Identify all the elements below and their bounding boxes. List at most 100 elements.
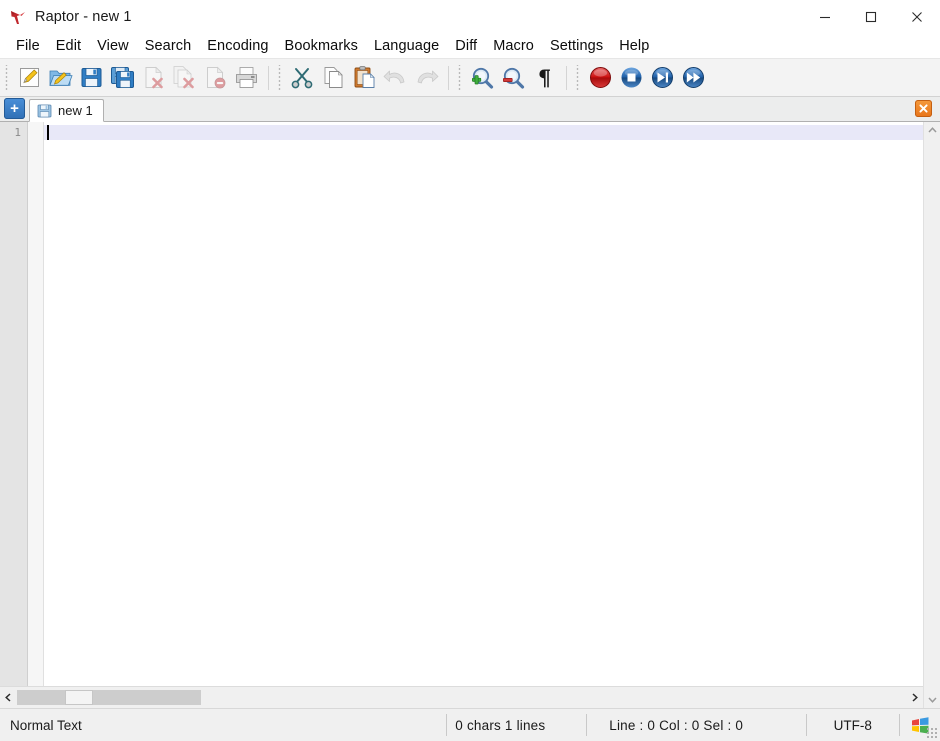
chevron-down-icon[interactable]	[924, 691, 940, 708]
open-file-button[interactable]	[45, 62, 76, 93]
save-button[interactable]	[76, 62, 107, 93]
copy-pages-icon	[321, 65, 346, 90]
zoom-out-button[interactable]	[498, 62, 529, 93]
open-folder-icon	[48, 65, 73, 90]
record-red-circle-icon	[588, 65, 613, 90]
status-document-type: Normal Text	[10, 717, 82, 733]
zoom-in-button[interactable]	[467, 62, 498, 93]
toolbar-drag-handle[interactable]	[3, 64, 11, 91]
line-number-gutter: 1	[0, 122, 28, 686]
chevron-right-icon[interactable]	[906, 689, 923, 706]
menu-item-bookmarks[interactable]: Bookmarks	[277, 36, 366, 56]
tab-bar: + new 1	[0, 97, 940, 122]
menu-item-language[interactable]: Language	[366, 36, 447, 56]
status-encoding: UTF-8	[833, 717, 872, 733]
plus-icon: +	[10, 100, 19, 117]
toolbar: ¶	[0, 58, 940, 97]
close-all-documents-icon	[172, 65, 197, 90]
print-button[interactable]	[231, 62, 262, 93]
toolbar-separator	[566, 65, 567, 90]
menu-item-edit[interactable]: Edit	[48, 36, 89, 56]
new-tab-button[interactable]: +	[4, 98, 25, 119]
scissors-icon	[290, 65, 315, 90]
h-scroll-fill-left	[17, 689, 65, 705]
horizontal-scrollbar[interactable]	[0, 686, 923, 708]
copy-button[interactable]	[318, 62, 349, 93]
macro-play-button[interactable]	[647, 62, 678, 93]
text-editor-canvas[interactable]	[44, 122, 923, 686]
redo-button[interactable]	[411, 62, 442, 93]
raptor-logo-icon	[8, 7, 28, 27]
title-bar-left: Raptor - new 1	[0, 7, 132, 27]
delete-file-button[interactable]	[200, 62, 231, 93]
status-chars-lines: 0 chars 1 lines	[455, 717, 546, 733]
editor-area: 1	[0, 122, 940, 708]
macro-stop-button[interactable]	[616, 62, 647, 93]
text-caret	[47, 125, 49, 140]
play-multiple-icon	[681, 65, 706, 90]
menu-item-settings[interactable]: Settings	[542, 36, 611, 56]
menu-item-search[interactable]: Search	[137, 36, 200, 56]
stop-square-icon	[619, 65, 644, 90]
save-floppy-icon	[79, 65, 104, 90]
play-once-icon	[650, 65, 675, 90]
macro-play-multiple-button[interactable]	[678, 62, 709, 93]
close-document-icon	[141, 65, 166, 90]
vertical-scrollbar[interactable]	[923, 122, 940, 708]
horizontal-scroll-thumb[interactable]	[65, 689, 93, 705]
save-all-button[interactable]	[107, 62, 138, 93]
delete-document-icon	[203, 65, 228, 90]
window-controls	[802, 0, 940, 33]
fold-margin[interactable]	[28, 122, 44, 686]
maximize-icon[interactable]	[848, 0, 894, 33]
printer-icon	[234, 65, 259, 90]
editor-main: 1	[0, 122, 923, 708]
undo-arrow-icon	[383, 65, 408, 90]
status-bar: Normal Text 0 chars 1 lines Line : 0 Col…	[0, 708, 940, 741]
new-file-button[interactable]	[14, 62, 45, 93]
toolbar-separator	[268, 65, 269, 90]
menu-item-file[interactable]: File	[8, 36, 48, 56]
chevron-left-icon[interactable]	[0, 689, 17, 706]
close-icon[interactable]	[894, 0, 940, 33]
toolbar-group-handle-view[interactable]	[456, 64, 464, 91]
horizontal-scroll-track[interactable]	[17, 687, 906, 709]
close-file-button[interactable]	[138, 62, 169, 93]
show-formatting-button[interactable]: ¶	[529, 62, 560, 93]
close-tab-button[interactable]	[915, 100, 932, 117]
menu-item-help[interactable]: Help	[611, 36, 657, 56]
menu-item-view[interactable]: View	[89, 36, 137, 56]
close-all-files-button[interactable]	[169, 62, 200, 93]
tab-new-1[interactable]: new 1	[29, 99, 104, 122]
macro-record-button[interactable]	[585, 62, 616, 93]
application-window: Raptor - new 1 File Edit View Search Enc…	[0, 0, 940, 741]
title-bar: Raptor - new 1	[0, 0, 940, 33]
toolbar-separator	[448, 65, 449, 90]
svg-text:¶: ¶	[538, 65, 551, 90]
cut-button[interactable]	[287, 62, 318, 93]
menu-bar: File Edit View Search Encoding Bookmarks…	[0, 33, 940, 58]
toolbar-group-handle-macro[interactable]	[574, 64, 582, 91]
status-caret-position: Line : 0 Col : 0 Sel : 0	[609, 717, 744, 733]
minimize-icon[interactable]	[802, 0, 848, 33]
pilcrow-icon: ¶	[532, 65, 557, 90]
undo-button[interactable]	[380, 62, 411, 93]
menu-item-macro[interactable]: Macro	[485, 36, 542, 56]
paste-clipboard-icon	[352, 65, 377, 90]
chevron-up-icon[interactable]	[924, 122, 940, 139]
save-all-floppy-icon	[110, 65, 135, 90]
tab-label: new 1	[58, 103, 93, 118]
h-scroll-fill-right	[93, 689, 201, 705]
toolbar-group-handle-edit[interactable]	[276, 64, 284, 91]
active-line-highlight	[44, 125, 923, 140]
redo-arrow-icon	[414, 65, 439, 90]
magnifier-minus-icon	[501, 65, 526, 90]
menu-item-diff[interactable]: Diff	[447, 36, 485, 56]
menu-item-encoding[interactable]: Encoding	[199, 36, 276, 56]
resize-grip[interactable]	[926, 727, 938, 739]
editor-rows: 1	[0, 122, 923, 686]
save-floppy-icon	[37, 104, 52, 118]
paste-button[interactable]	[349, 62, 380, 93]
close-icon	[919, 104, 928, 113]
window-title: Raptor - new 1	[35, 8, 132, 25]
